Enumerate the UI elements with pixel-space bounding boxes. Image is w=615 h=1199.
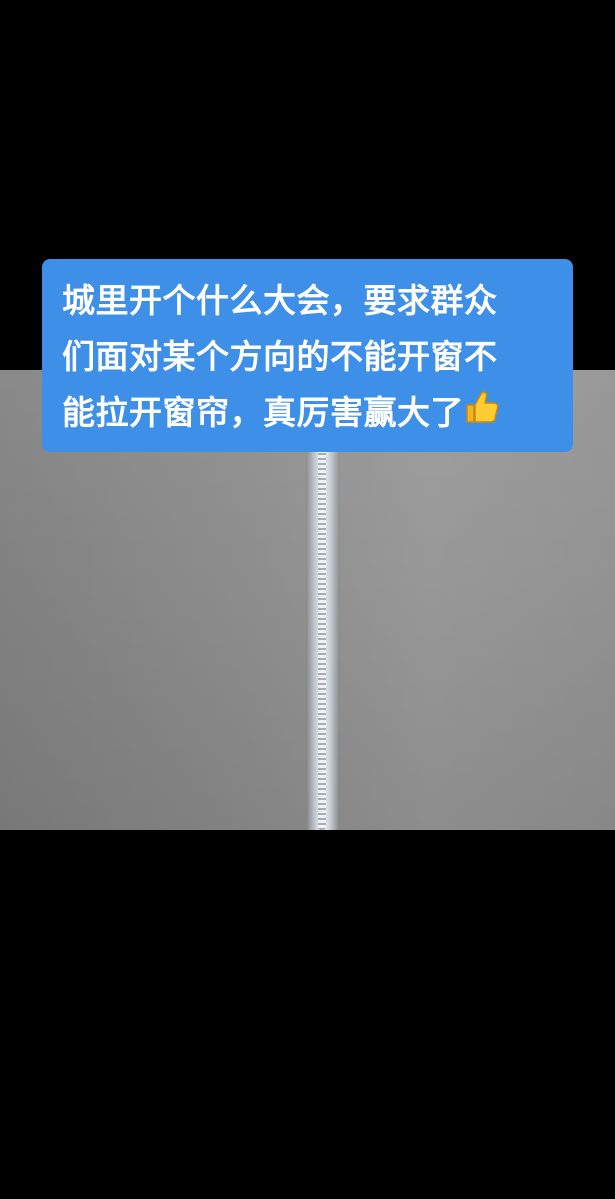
thumbs-up-icon xyxy=(464,385,500,441)
caption-line-2: 们面对某个方向的不能开窗不 xyxy=(62,337,498,376)
curtain-bead-chain xyxy=(318,450,326,830)
caption-bubble: 城里开个什么大会，要求群众 们面对某个方向的不能开窗不 能拉开窗帘，真厉害赢大了 xyxy=(42,259,573,452)
caption-line-3: 能拉开窗帘，真厉害赢大了 xyxy=(62,393,464,432)
caption-line-1: 城里开个什么大会，要求群众 xyxy=(62,281,498,320)
caption-line-3-wrap: 能拉开窗帘，真厉害赢大了 xyxy=(62,385,555,441)
